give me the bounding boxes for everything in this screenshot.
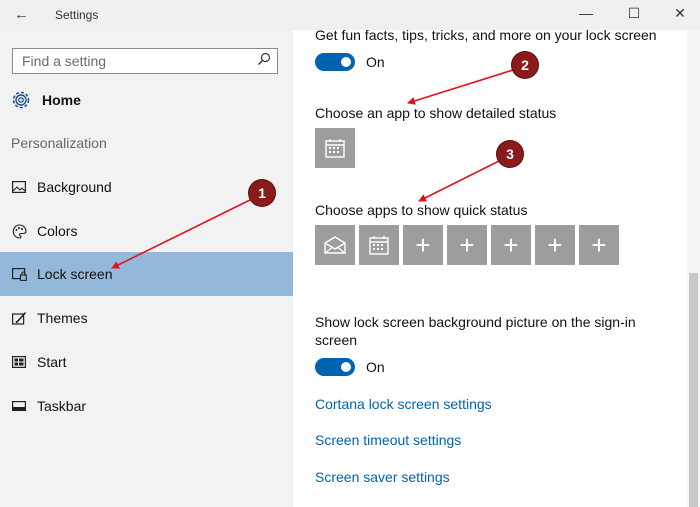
themes-icon [11,310,27,326]
quick-status-tile-calendar[interactable] [359,225,399,265]
quick-status-tile-add[interactable]: + [403,225,443,265]
sidebar-item-label: Lock screen [37,266,113,282]
taskbar-icon [11,398,27,414]
minimize-icon[interactable]: — [576,5,596,21]
quick-status-tile-add[interactable]: + [447,225,487,265]
toggle-knob [341,362,351,372]
back-arrow-icon[interactable]: ← [14,6,29,23]
scrollbar[interactable] [687,30,700,507]
home-link[interactable]: Home [10,87,81,113]
plus-icon: + [415,230,431,260]
mail-icon [324,236,346,254]
quick-status-label: Choose apps to show quick status [315,202,528,218]
start-icon [11,354,27,370]
screen-timeout-settings-link[interactable]: Screen timeout settings [315,432,461,448]
fun-facts-label: Get fun facts, tips, tricks, and more on… [315,27,657,43]
quick-status-tile-mail[interactable] [315,225,355,265]
sidebar-item-lock-screen[interactable]: Lock screen [0,252,293,296]
home-label: Home [42,92,81,108]
detailed-status-app-tile[interactable] [315,128,355,168]
lock-screen-icon [11,266,27,282]
toggle-knob [341,57,351,67]
cortana-lock-screen-settings-link[interactable]: Cortana lock screen settings [315,396,492,412]
sidebar-item-label: Colors [37,223,78,239]
scrollbar-thumb[interactable] [689,273,698,507]
quick-status-tile-add[interactable]: + [579,225,619,265]
annotation-badge-2: 2 [512,52,538,78]
signin-background-label-line1: Show lock screen background picture on t… [315,314,636,330]
screen-saver-settings-link[interactable]: Screen saver settings [315,469,450,485]
sidebar: Home Personalization Background Colors L… [0,30,293,507]
quick-status-tile-add[interactable]: + [491,225,531,265]
sidebar-item-label: Background [37,179,112,195]
calendar-icon [369,236,389,255]
sidebar-item-taskbar[interactable]: Taskbar [0,384,293,428]
maximize-icon[interactable]: ☐ [624,5,644,22]
plus-icon: + [459,230,475,260]
search-box [12,48,278,74]
plus-icon: + [547,230,563,260]
signin-background-toggle-state: On [366,359,385,375]
picture-icon [11,179,27,195]
search-icon[interactable] [257,52,271,66]
title-bar: ← Settings — ☐ ✕ [0,0,700,30]
section-heading: Personalization [11,135,107,151]
plus-icon: + [591,230,607,260]
signin-background-toggle[interactable] [315,358,355,376]
calendar-icon [325,139,345,158]
signin-background-label-line2: screen [315,332,358,348]
quick-status-tile-add[interactable]: + [535,225,575,265]
close-icon[interactable]: ✕ [670,5,690,22]
sidebar-item-start[interactable]: Start [0,340,293,384]
gear-icon [12,91,30,109]
sidebar-item-label: Start [37,354,67,370]
sidebar-item-label: Taskbar [37,398,87,414]
sidebar-item-label: Themes [37,310,88,326]
detailed-status-label: Choose an app to show detailed status [315,105,557,121]
search-input[interactable] [13,49,262,73]
window-title: Settings [55,8,99,22]
fun-facts-toggle-state: On [366,54,385,70]
lock-screen-content: Get fun facts, tips, tricks, and more on… [293,27,687,507]
sidebar-item-themes[interactable]: Themes [0,296,293,340]
sidebar-item-colors[interactable]: Colors [0,209,293,253]
fun-facts-toggle[interactable] [315,53,355,71]
settings-window: ← Settings — ☐ ✕ Home Personalization [0,0,700,507]
annotation-badge-1: 1 [249,180,275,206]
annotation-badge-3: 3 [497,141,523,167]
palette-icon [11,223,27,239]
plus-icon: + [503,230,519,260]
